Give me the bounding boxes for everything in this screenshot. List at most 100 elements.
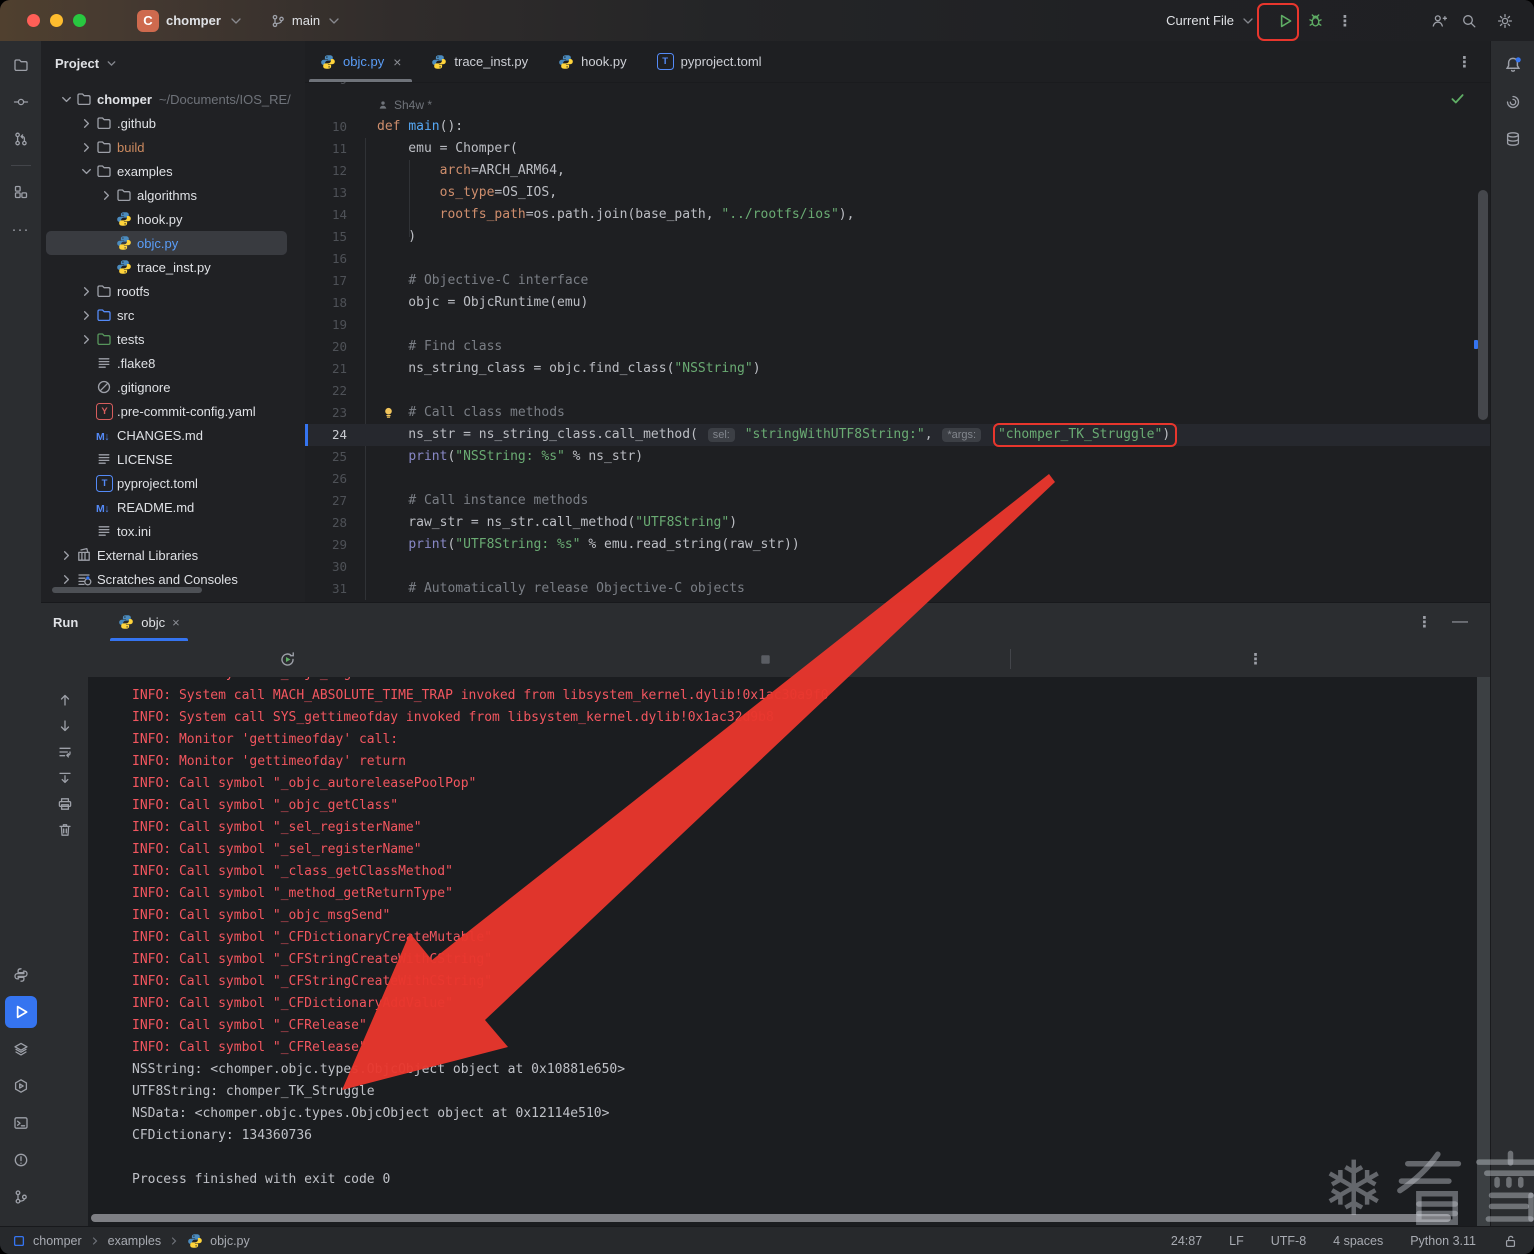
project-tree-horizontal-scrollbar[interactable] — [52, 587, 202, 593]
debug-button[interactable] — [1300, 6, 1330, 36]
scroll-down-button[interactable] — [51, 713, 79, 739]
services-tool-button[interactable] — [5, 1070, 37, 1102]
tree-item-src[interactable]: src — [41, 303, 305, 327]
run-configuration-selector[interactable]: Current File — [1166, 13, 1256, 29]
ai-assistant-tool-button[interactable] — [1497, 86, 1529, 118]
code-line-21: 21 ns_string_class = objc.find_class("NS… — [305, 358, 1490, 380]
scroll-up-button[interactable] — [51, 687, 79, 713]
tree-item--gitignore[interactable]: .gitignore — [41, 375, 305, 399]
close-window-button[interactable] — [27, 14, 40, 27]
soft-wrap-button[interactable] — [51, 739, 79, 765]
breadcrumb-folder[interactable]: examples — [108, 1234, 162, 1248]
trash-icon — [57, 822, 73, 838]
code-vision-author-hint[interactable]: Sh4w * — [305, 94, 1490, 116]
tree-chevron-icon[interactable] — [76, 283, 96, 299]
tree-chevron-icon[interactable] — [76, 163, 96, 179]
commit-tool-button[interactable] — [5, 86, 37, 118]
tree-chevron-icon[interactable] — [76, 139, 96, 155]
breadcrumb-file[interactable]: objc.py — [210, 1234, 250, 1248]
tree-chevron-icon[interactable] — [56, 547, 76, 563]
run-tab-close-icon[interactable]: × — [172, 615, 180, 630]
structure-tool-button[interactable] — [5, 176, 37, 208]
editor-tab-pyproject-toml[interactable]: Tpyproject.toml — [642, 41, 777, 82]
project-tool-button[interactable] — [5, 49, 37, 81]
tab-close-icon[interactable]: × — [393, 54, 401, 70]
terminal-tool-button[interactable] — [5, 1107, 37, 1139]
python-packages-tool-button[interactable] — [5, 1033, 37, 1065]
breadcrumb-project[interactable]: chomper — [33, 1234, 82, 1248]
more-tool-windows-button[interactable]: ··· — [5, 213, 37, 245]
tree-item-rootfs[interactable]: rootfs — [41, 279, 305, 303]
settings-button[interactable] — [1490, 6, 1520, 36]
print-button[interactable] — [51, 791, 79, 817]
tab-list-more-button[interactable]: ⋮ — [1439, 41, 1490, 82]
database-tool-button[interactable] — [1497, 123, 1529, 155]
code-with-me-button[interactable] — [1424, 6, 1454, 36]
tree-item-hook-py[interactable]: hook.py — [41, 207, 305, 231]
clear-all-button[interactable] — [51, 817, 79, 843]
console-more-button[interactable]: ⋮ — [1242, 646, 1270, 672]
pull-requests-tool-button[interactable] — [5, 123, 37, 155]
tree-item-examples[interactable]: examples — [41, 159, 305, 183]
tree-item-pyproject-toml[interactable]: Tpyproject.toml — [41, 471, 305, 495]
editor-tab-trace-inst-py[interactable]: trace_inst.py — [416, 41, 543, 82]
tree-chevron-icon[interactable] — [76, 115, 96, 131]
branch-widget[interactable]: main — [270, 13, 342, 29]
tree-chevron-icon[interactable] — [56, 91, 76, 107]
tree-chevron-icon[interactable] — [56, 571, 76, 587]
tree-item-license[interactable]: LICENSE — [41, 447, 305, 471]
tree-item--github[interactable]: .github — [41, 111, 305, 135]
line-separator-widget[interactable]: LF — [1229, 1234, 1244, 1248]
read-write-lock-icon[interactable] — [1503, 1234, 1518, 1249]
editor-vertical-scrollbar[interactable] — [1478, 190, 1488, 420]
tree-item-algorithms[interactable]: algorithms — [41, 183, 305, 207]
tree-item-build[interactable]: build — [41, 135, 305, 159]
console-vertical-scrollbar[interactable] — [1477, 677, 1490, 1227]
run-tab-objc[interactable]: objc × — [110, 603, 189, 641]
minimize-window-button[interactable] — [50, 14, 63, 27]
rerun-button[interactable] — [273, 646, 301, 672]
indent-widget[interactable]: 4 spaces — [1333, 1234, 1383, 1248]
tree-item-trace-inst-py[interactable]: trace_inst.py — [41, 255, 305, 279]
tree-item-readme-md[interactable]: M↓ README.md — [41, 495, 305, 519]
editor-area[interactable]: objc.py × trace_inst.py hook.py Tpyproject.t… — [305, 41, 1490, 602]
run-panel-options-button[interactable]: ⋮ — [1417, 613, 1432, 631]
more-run-actions-button[interactable]: ⋮ — [1330, 6, 1360, 36]
hide-tool-window-button[interactable]: — — [1452, 613, 1468, 631]
project-widget[interactable]: C chomper — [137, 9, 244, 32]
tree-item--flake8[interactable]: .flake8 — [41, 351, 305, 375]
tree-item-tests[interactable]: tests — [41, 327, 305, 351]
run-tool-button[interactable] — [4, 996, 37, 1028]
tree-chevron-icon[interactable] — [96, 187, 116, 203]
encoding-widget[interactable]: UTF-8 — [1271, 1234, 1306, 1248]
run-console[interactable]: INFO: Call symbol "_objc_msgSend" INFO: S… — [88, 677, 1477, 1227]
tree-item-chomper[interactable]: chomper ~/Documents/IOS_RE/ — [41, 87, 305, 111]
project-panel-header[interactable]: Project — [41, 41, 305, 85]
search-everywhere-button[interactable] — [1454, 6, 1484, 36]
problems-tool-button[interactable] — [5, 1144, 37, 1176]
tree-item-tox-ini[interactable]: tox.ini — [41, 519, 305, 543]
tree-item--pre-commit-config-yaml[interactable]: Y .pre-commit-config.yaml — [41, 399, 305, 423]
py-icon — [558, 54, 574, 70]
interpreter-widget[interactable]: Python 3.11 — [1410, 1234, 1476, 1248]
intention-bulb-icon[interactable] — [381, 405, 396, 420]
python-console-tool-button[interactable] — [5, 959, 37, 991]
zoom-window-button[interactable] — [73, 14, 86, 27]
editor-tab-objc-py[interactable]: objc.py × — [305, 41, 416, 82]
editor-tab-hook-py[interactable]: hook.py — [543, 41, 642, 82]
tree-chevron-icon[interactable] — [76, 331, 96, 347]
scroll-to-end-button[interactable] — [51, 765, 79, 791]
notifications-button[interactable] — [1497, 49, 1529, 81]
tree-item-changes-md[interactable]: M↓ CHANGES.md — [41, 423, 305, 447]
version-control-tool-button[interactable] — [5, 1181, 37, 1213]
tree-item-objc-py[interactable]: objc.py — [41, 231, 305, 255]
breadcrumb[interactable]: chomper examples objc.py — [0, 1233, 250, 1249]
console-horizontal-scrollbar[interactable] — [91, 1214, 1451, 1222]
inspections-ok-icon[interactable] — [1449, 90, 1466, 107]
caret-position-widget[interactable]: 24:87 — [1171, 1234, 1202, 1248]
tree-chevron-icon[interactable] — [76, 307, 96, 323]
stop-button[interactable] — [752, 646, 780, 672]
run-button[interactable] — [1270, 6, 1300, 36]
tree-item-external-libraries[interactable]: External Libraries — [41, 543, 305, 567]
code-editor[interactable]: 9 Sh4w * 10def main():11 emu = Chomper(1… — [305, 82, 1490, 602]
